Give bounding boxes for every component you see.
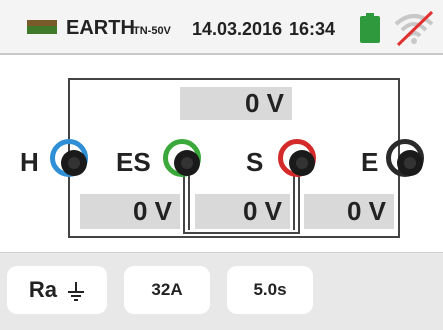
screen: EARTH TN-50V 14.03.2016 16:34 0 V H ES S… [0,0,443,330]
terminal-h-socket [50,139,88,177]
measure-select-button[interactable]: Ra [7,266,107,314]
status-bar: EARTH TN-50V 14.03.2016 16:34 [0,0,443,55]
terminal-es-socket [163,139,201,177]
terminal-e-socket [386,139,424,177]
current-select-button[interactable]: 32A [124,266,210,314]
ground-icon [27,20,57,34]
wire-bottom [68,236,400,238]
wire-s-down [298,170,300,234]
voltage-es-s-display: 0 V [195,194,290,229]
circuit-diagram: 0 V H ES S E 0 V 0 V 0 V [0,57,443,250]
voltage-top-display: 0 V [180,87,292,120]
wire-es-down [183,170,185,234]
wire-inner-bottom [183,232,300,234]
terminal-label-s: S [246,147,264,177]
terminal-label-h: H [20,147,39,177]
voltage-s-e-display: 0 V [304,194,394,229]
function-title: EARTH [66,17,135,39]
date-text: 14.03.2016 [192,19,283,39]
wire-s-inner [293,170,295,230]
wire-es-inner [188,170,190,230]
terminal-s-socket [278,139,316,177]
wifi-off-icon [394,10,434,46]
wire-top [68,78,400,80]
measure-label: Ra [28,277,57,302]
earth-ground-icon [68,282,85,302]
battery-icon [360,13,380,43]
terminal-label-e: E [361,147,379,177]
voltage-h-es-display: 0 V [80,194,180,229]
terminal-label-es: ES [116,147,151,177]
time-text: 16:34 [289,19,336,39]
function-mode: TN-50V [133,25,171,37]
function-bar: Ra 32A 5.0s [0,252,443,330]
time-select-button[interactable]: 5.0s [227,266,313,314]
